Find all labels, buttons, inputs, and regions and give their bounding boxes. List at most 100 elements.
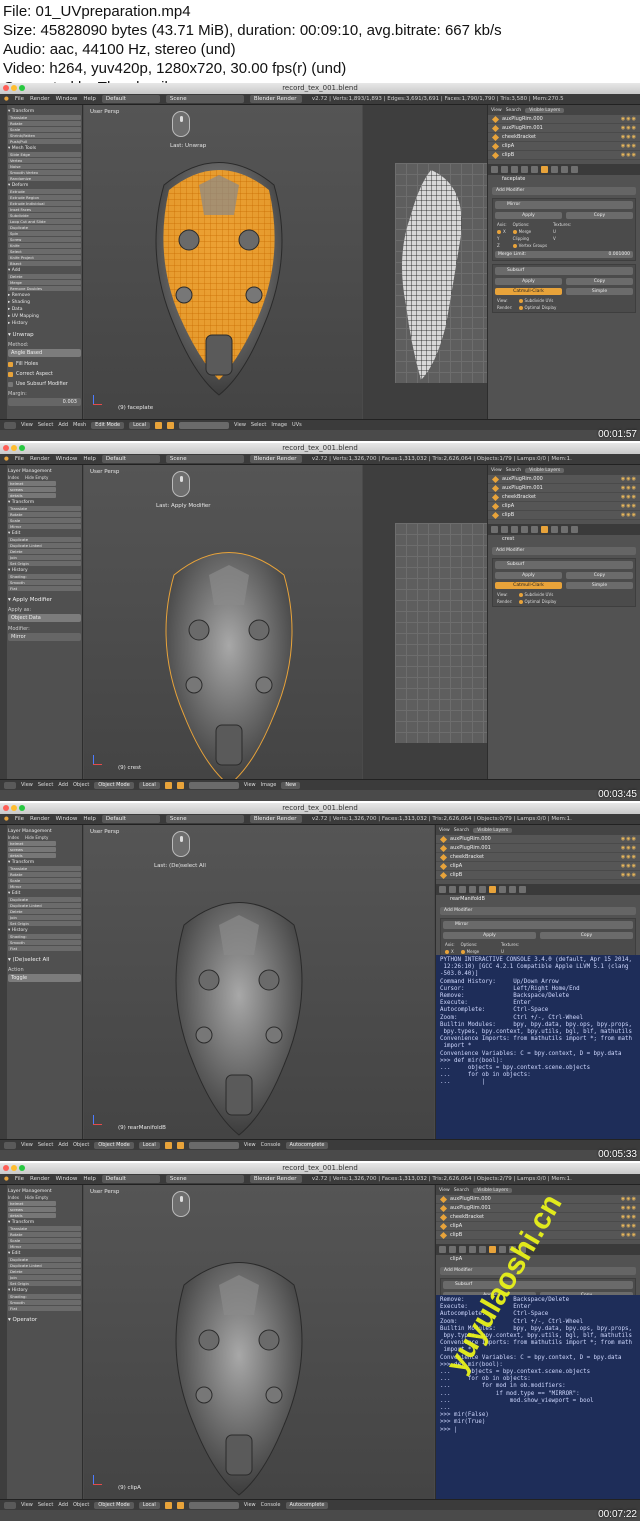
layer-row[interactable]: screws — [8, 487, 56, 492]
blender-logo-icon[interactable]: ● — [4, 1176, 9, 1182]
outliner-view-menu[interactable]: View — [439, 1188, 450, 1193]
index-toggle[interactable]: Index — [8, 475, 19, 480]
tool-button[interactable]: Remove Doubles — [8, 286, 81, 291]
outliner-display-select[interactable]: Visible Layers — [525, 467, 565, 473]
footer-item[interactable]: View — [21, 1142, 33, 1148]
copy-button[interactable]: Copy — [566, 212, 633, 219]
panel-header[interactable]: ▾ Transform — [8, 109, 81, 114]
visibility-icons[interactable]: ◉◉◉ — [621, 116, 640, 122]
layer-buttons[interactable] — [188, 781, 239, 789]
texture-icon[interactable] — [571, 526, 578, 533]
data-icon[interactable] — [499, 886, 506, 893]
footer-item[interactable]: Image — [271, 422, 287, 428]
tool-button[interactable]: Spin — [8, 231, 81, 236]
visibility-icons[interactable]: ◉◉◉ — [621, 485, 640, 491]
apply-button[interactable]: Apply — [495, 278, 562, 285]
helmet-mesh[interactable] — [134, 535, 324, 779]
tool-button[interactable]: Set Origin — [8, 561, 81, 566]
footer-item[interactable]: Image — [261, 782, 277, 788]
footer-item[interactable]: Object — [73, 1142, 89, 1148]
outliner-item[interactable]: clipB ◉◉◉ — [488, 151, 640, 160]
footer-item[interactable]: Object — [73, 782, 89, 788]
material-icon[interactable] — [561, 166, 568, 173]
merge-check[interactable]: Merge — [512, 229, 547, 234]
axis-y[interactable]: Y — [497, 236, 507, 241]
hide-empty-toggle[interactable]: Hide Empty — [25, 835, 48, 840]
tool-button[interactable]: Mirror — [8, 524, 81, 529]
visibility-icons[interactable]: ◉◉◉ — [621, 134, 640, 140]
properties-tabs[interactable] — [436, 884, 640, 895]
outliner-item[interactable]: auxPlugRim.000 ◉◉◉ — [436, 835, 640, 844]
tool-button[interactable]: Set Origin — [8, 1281, 81, 1286]
footer-item[interactable]: Edit Mode — [91, 421, 125, 429]
outliner-item[interactable]: clipA ◉◉◉ — [488, 502, 640, 511]
scene-icon[interactable] — [449, 1246, 456, 1253]
operator-panel-title[interactable]: ▾ Operator — [8, 1317, 81, 1323]
tool-button[interactable]: Translate — [8, 866, 81, 871]
footer-item[interactable]: Select — [38, 1142, 53, 1148]
layout-select[interactable]: Default — [101, 455, 160, 463]
tool-button[interactable]: Translate — [8, 1226, 81, 1231]
menu-help[interactable]: Help — [83, 96, 96, 102]
outliner-display-select[interactable]: Visible Layers — [473, 827, 513, 833]
tool-tabs[interactable] — [0, 105, 7, 419]
tool-button[interactable]: Extrude Region — [8, 195, 81, 200]
footer-item[interactable]: Add — [58, 422, 68, 428]
maximize-icon[interactable] — [19, 1165, 25, 1171]
tool-button[interactable]: Duplicate Linked — [8, 903, 81, 908]
tool-button[interactable]: Smooth — [8, 940, 81, 945]
footer-item[interactable]: Select — [38, 782, 53, 788]
menu-window[interactable]: Window — [56, 96, 78, 102]
axis-x[interactable]: X — [445, 949, 455, 954]
optimal-display-check[interactable]: Optimal Display — [518, 305, 556, 310]
layer-row[interactable]: screws — [8, 847, 56, 852]
tool-button[interactable]: Rotate — [8, 872, 81, 877]
menu-help[interactable]: Help — [83, 816, 96, 822]
outliner-item[interactable]: auxPlugRim.000 ◉◉◉ — [488, 475, 640, 484]
modifier-header[interactable]: Subsurf — [495, 561, 633, 569]
footer-item[interactable]: Select — [38, 1502, 53, 1508]
blender-logo-icon[interactable]: ● — [4, 456, 9, 462]
scene-icon[interactable] — [449, 886, 456, 893]
view-levels[interactable]: View: — [497, 592, 513, 597]
view-levels[interactable]: View: — [497, 298, 513, 303]
menu-window[interactable]: Window — [56, 456, 78, 462]
footer-item[interactable]: Local — [138, 1501, 160, 1509]
tool-button[interactable]: Slide Edge — [8, 152, 81, 157]
tool-button[interactable]: Delete — [8, 549, 81, 554]
tool-button[interactable]: Flat — [8, 1306, 81, 1311]
outliner-item[interactable]: auxPlugRim.001 ◉◉◉ — [488, 484, 640, 493]
tool-button[interactable]: Mirror — [8, 1244, 81, 1249]
scene-select[interactable]: Scene — [165, 1175, 244, 1183]
material-icon[interactable] — [509, 886, 516, 893]
footer-item[interactable]: Select — [251, 422, 266, 428]
add-modifier-select[interactable]: Add Modifier — [440, 1267, 636, 1275]
layer-row[interactable]: helmet — [8, 481, 56, 486]
copy-button[interactable]: Copy — [566, 572, 633, 579]
layer-buttons[interactable] — [179, 421, 230, 429]
editor-type-icon[interactable] — [4, 1141, 16, 1149]
visibility-icons[interactable]: ◉◉◉ — [621, 143, 640, 149]
close-icon[interactable] — [3, 445, 9, 451]
catmull-clark-button[interactable]: Catmull-Clark — [495, 288, 562, 295]
tool-button[interactable]: Scale — [8, 1238, 81, 1243]
visibility-icons[interactable]: ◉◉◉ — [621, 1214, 640, 1220]
panel-header[interactable]: ▸ History — [8, 321, 81, 326]
modifier-wrench-icon[interactable] — [541, 166, 548, 173]
tool-button[interactable]: Translate — [8, 115, 81, 120]
panel-header[interactable]: ▾ Transform — [8, 860, 81, 865]
use-subsurf-check[interactable]: Use Subsurf Modifier — [8, 381, 81, 387]
layer-management-header[interactable]: Layer Management — [8, 1189, 81, 1194]
tool-tabs[interactable] — [0, 465, 7, 779]
modifier-header[interactable]: Subsurf — [443, 1281, 633, 1289]
tool-tabs[interactable] — [0, 825, 7, 1139]
menu-help[interactable]: Help — [83, 1176, 96, 1182]
tool-button[interactable]: Inset Faces — [8, 207, 81, 212]
outliner-search-menu[interactable]: Search — [506, 108, 521, 113]
index-toggle[interactable]: Index — [8, 835, 19, 840]
apply-button[interactable]: Apply — [443, 932, 536, 939]
layer-row[interactable]: details — [8, 853, 56, 858]
data-icon[interactable] — [551, 526, 558, 533]
simple-button[interactable]: Simple — [566, 288, 633, 295]
clipping-check[interactable]: Clipping — [513, 236, 547, 241]
